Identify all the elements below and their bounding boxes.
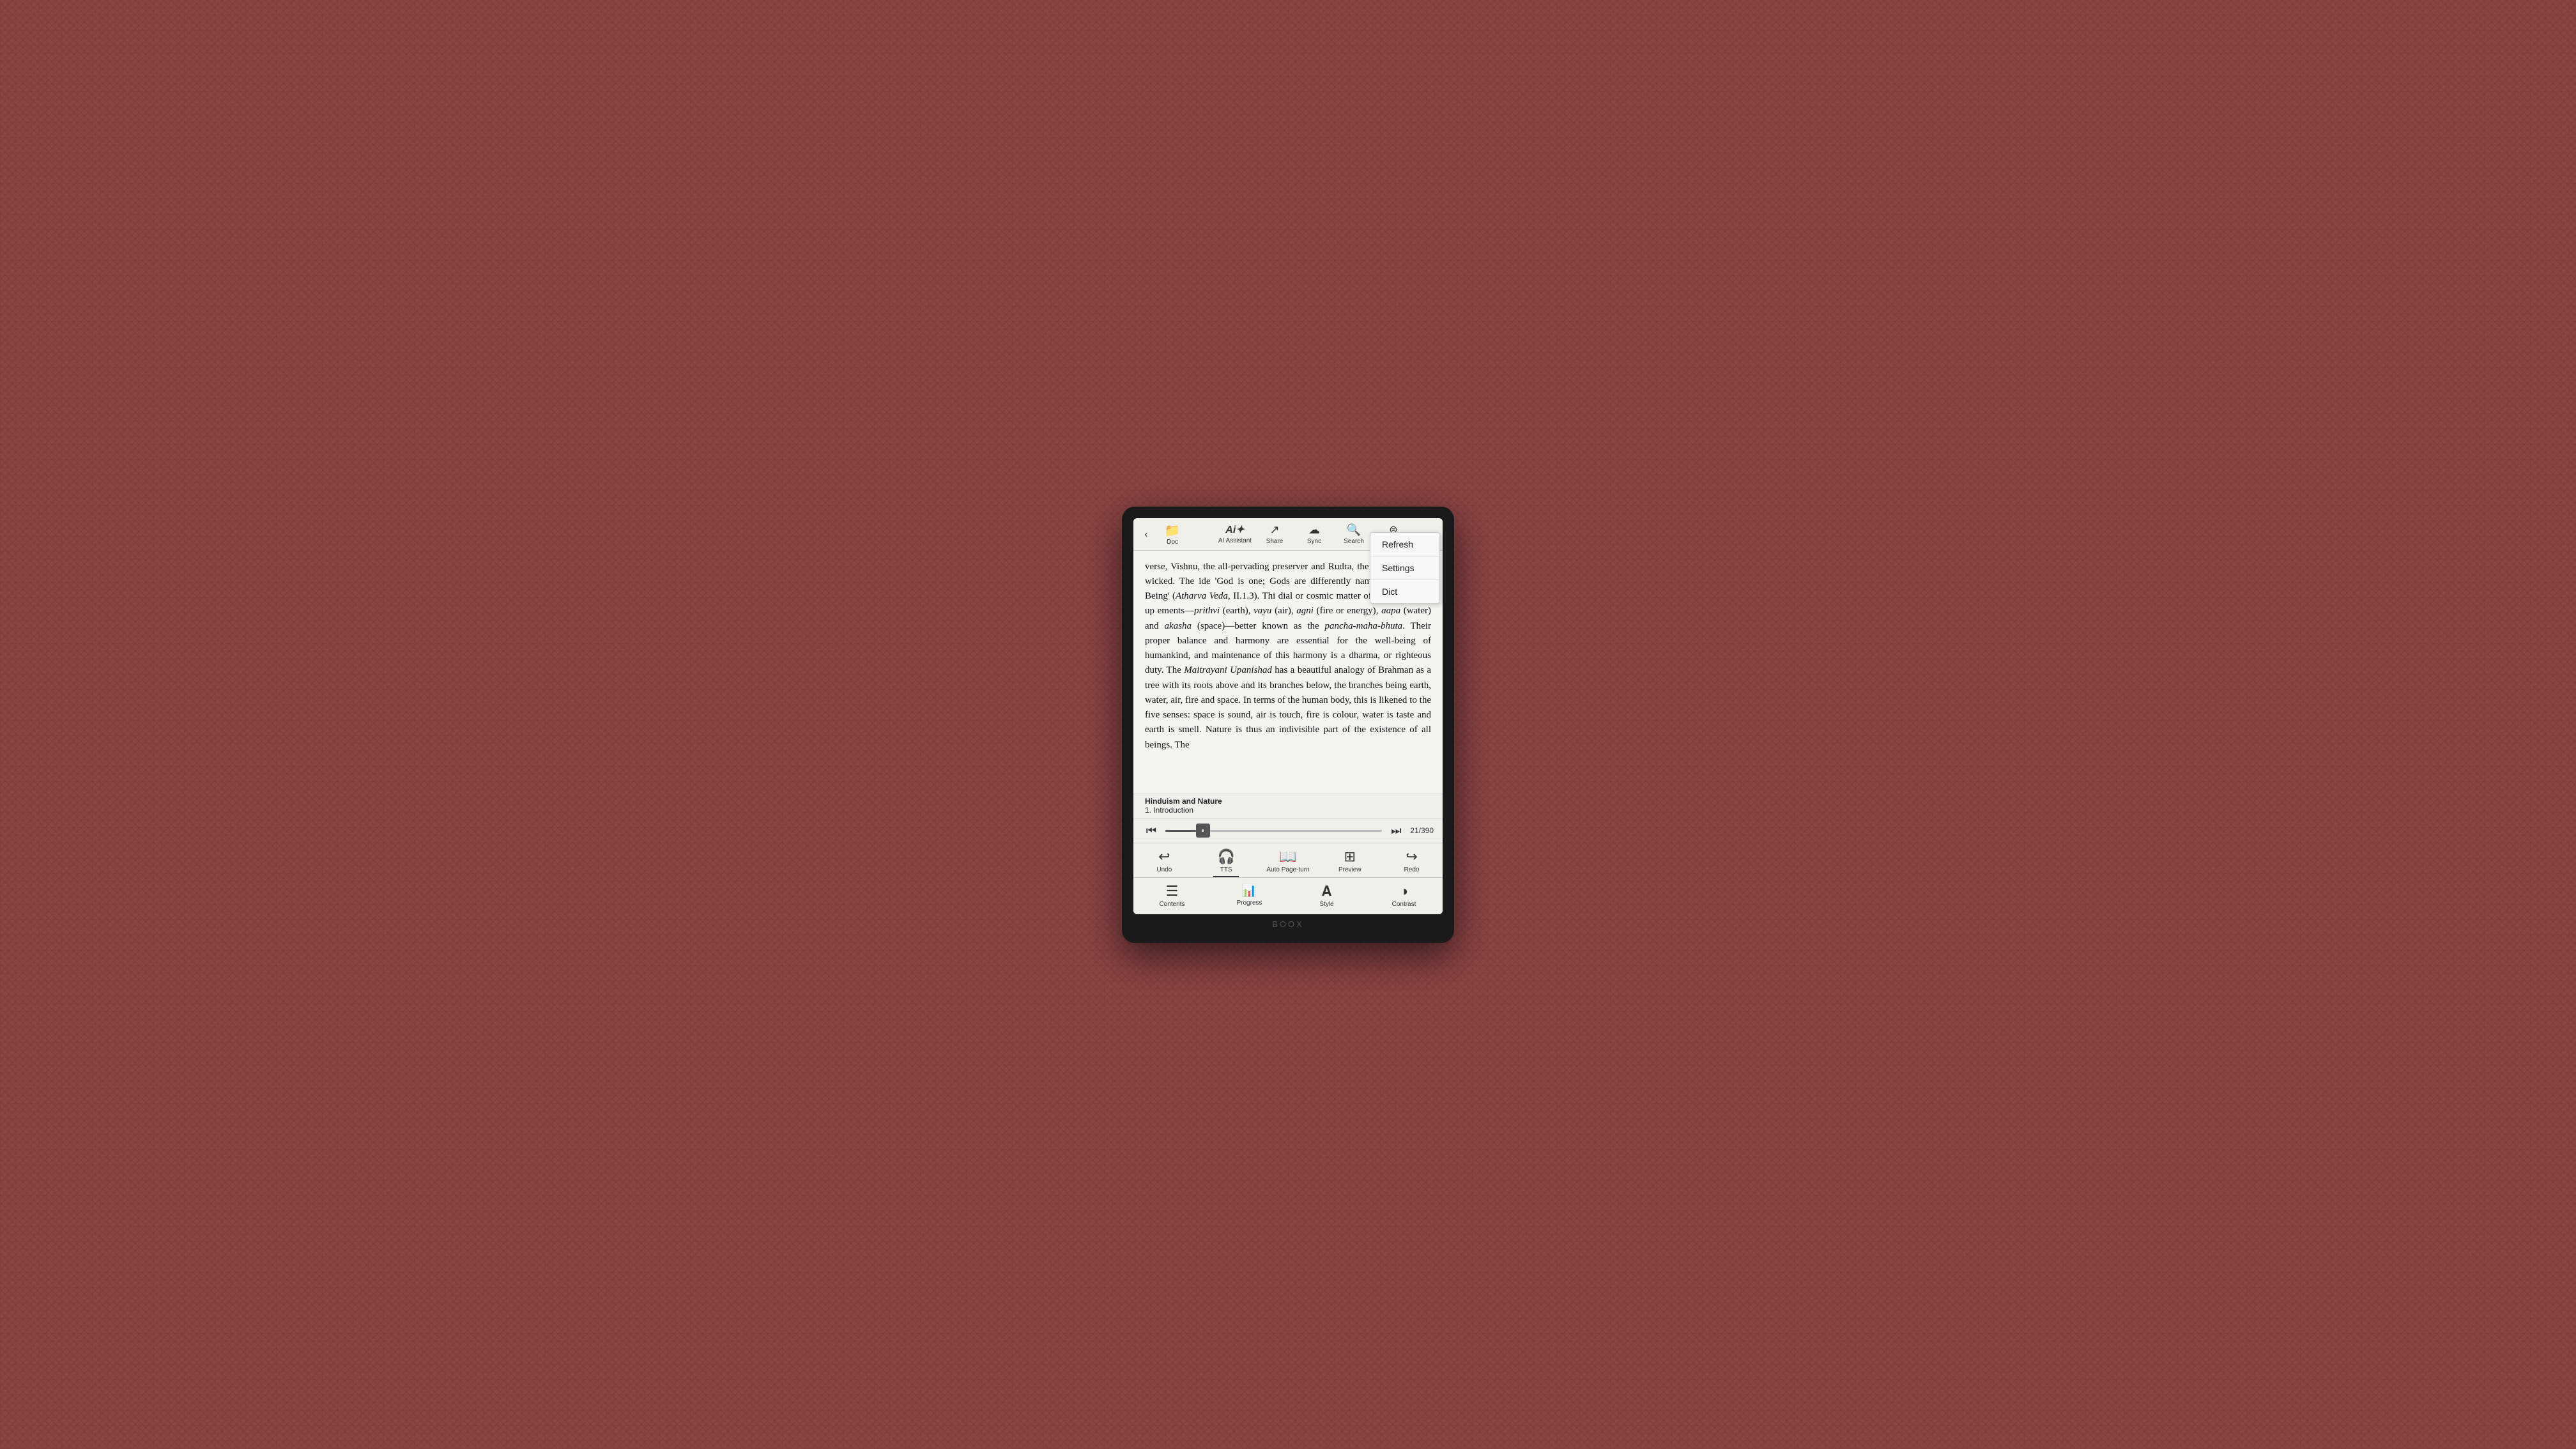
- dropdown-dict[interactable]: Dict: [1370, 580, 1439, 603]
- dropdown-refresh[interactable]: Refresh: [1370, 533, 1439, 556]
- device-frame: ‹ 📁 Doc Ai✦ AI Assistant ↗ Share ☁ Sync: [1122, 507, 1454, 943]
- ai-icon: Ai✦: [1225, 523, 1244, 536]
- tts-label: TTS: [1220, 866, 1232, 873]
- device-screen: ‹ 📁 Doc Ai✦ AI Assistant ↗ Share ☁ Sync: [1133, 518, 1443, 914]
- undo-label: Undo: [1156, 866, 1172, 873]
- top-toolbar: ‹ 📁 Doc Ai✦ AI Assistant ↗ Share ☁ Sync: [1133, 518, 1443, 551]
- redo-label: Redo: [1404, 866, 1420, 873]
- progress-filled: [1165, 830, 1196, 832]
- back-button[interactable]: ‹: [1136, 527, 1156, 540]
- go-to-start-button[interactable]: ⏮: [1142, 824, 1160, 838]
- page-count: 21/390: [1410, 826, 1434, 835]
- boox-brand: BOOX: [1133, 914, 1443, 931]
- preview-icon: ⊞: [1344, 848, 1356, 865]
- redo-button[interactable]: ↪ Redo: [1381, 847, 1443, 875]
- contents-icon: ☰: [1166, 883, 1179, 900]
- doc-icon: 📁: [1165, 523, 1181, 539]
- book-chapter: 1. Introduction: [1145, 806, 1431, 815]
- progress-bar-area: ⏮ ⏭ 21/390: [1133, 818, 1443, 843]
- boox-logo-text: BOOX: [1272, 919, 1304, 929]
- search-button[interactable]: 🔍 Search: [1334, 522, 1374, 546]
- share-button[interactable]: ↗ Share: [1255, 522, 1294, 546]
- share-icon: ↗: [1269, 523, 1279, 537]
- doc-label: Doc: [1167, 539, 1178, 546]
- sync-label: Sync: [1307, 538, 1321, 545]
- undo-icon: ↩: [1158, 848, 1170, 865]
- sync-icon: ☁: [1308, 523, 1320, 537]
- book-footer: Hinduism and Nature 1. Introduction: [1133, 793, 1443, 818]
- tts-icon: 🎧: [1217, 848, 1234, 865]
- progress-thumb[interactable]: [1196, 824, 1210, 838]
- auto-page-turn-button[interactable]: 📖 Auto Page-turn: [1257, 847, 1319, 875]
- bottom-toolbar-1: ↩ Undo 🎧 TTS 📖 Auto Page-turn ⊞ Preview …: [1133, 843, 1443, 877]
- progress-track[interactable]: [1165, 830, 1382, 832]
- contrast-button[interactable]: ◑ Contrast: [1365, 882, 1443, 909]
- doc-button[interactable]: 📁 Doc: [1156, 523, 1188, 546]
- undo-button[interactable]: ↩ Undo: [1133, 847, 1195, 875]
- style-button[interactable]: 𝐀 Style: [1288, 882, 1365, 909]
- go-to-end-button[interactable]: ⏭: [1387, 824, 1405, 838]
- progress-button[interactable]: 📊 Progress: [1211, 882, 1288, 909]
- auto-page-turn-label: Auto Page-turn: [1266, 866, 1309, 873]
- style-icon: 𝐀: [1322, 883, 1331, 900]
- progress-icon: 📊: [1242, 883, 1257, 898]
- auto-page-turn-icon: 📖: [1279, 848, 1296, 865]
- contents-button[interactable]: ☰ Contents: [1133, 882, 1211, 909]
- preview-label: Preview: [1338, 866, 1361, 873]
- contrast-label: Contrast: [1392, 901, 1416, 908]
- preview-button[interactable]: ⊞ Preview: [1319, 847, 1381, 875]
- search-label: Search: [1344, 538, 1364, 545]
- search-icon: 🔍: [1347, 523, 1361, 537]
- style-label: Style: [1319, 901, 1333, 908]
- dropdown-settings[interactable]: Settings: [1370, 556, 1439, 580]
- ai-assistant-button[interactable]: Ai✦ AI Assistant: [1215, 522, 1255, 546]
- tts-button[interactable]: 🎧 TTS: [1195, 847, 1257, 875]
- share-label: Share: [1266, 538, 1284, 545]
- sync-button[interactable]: ☁ Sync: [1294, 522, 1334, 546]
- bottom-toolbar-2: ☰ Contents 📊 Progress 𝐀 Style ◑ Contrast: [1133, 877, 1443, 914]
- ai-label: AI Assistant: [1218, 537, 1252, 544]
- book-title: Hinduism and Nature: [1145, 797, 1431, 806]
- more-dropdown-menu: Refresh Settings Dict: [1370, 532, 1440, 604]
- redo-icon: ↪: [1406, 848, 1417, 865]
- contents-label: Contents: [1159, 901, 1184, 908]
- contrast-icon: ◑: [1400, 883, 1408, 900]
- progress-label: Progress: [1236, 900, 1262, 907]
